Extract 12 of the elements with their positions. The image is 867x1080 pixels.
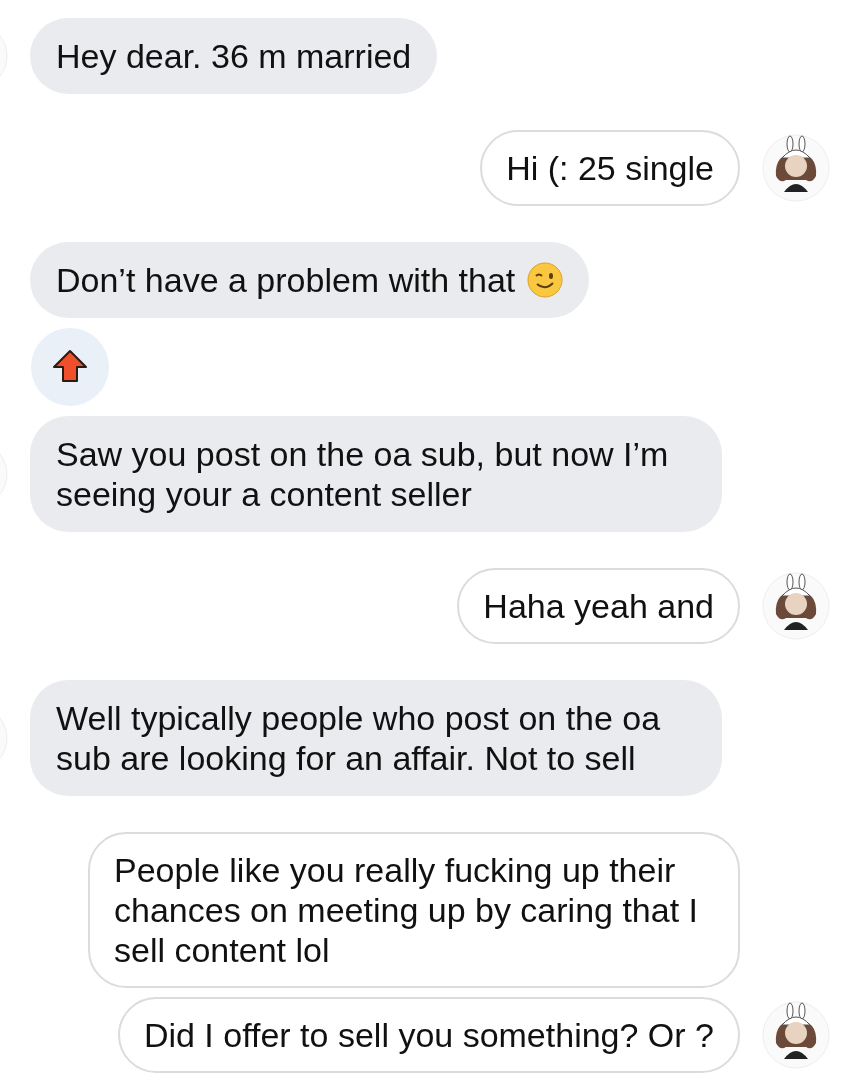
- avatar: [762, 572, 830, 640]
- message-text: Saw you post on the oa sub, but now I’m seeing your a content seller: [56, 434, 670, 514]
- arrow-sticker-icon: [30, 327, 110, 407]
- message-text: People like you really fucking up their chances on meeting up by caring that I sell content lol: [114, 851, 699, 969]
- avatar: [762, 1001, 830, 1069]
- message-text: Well typically people who post on the oa sub are looking for an affair. Not to sell: [56, 698, 662, 778]
- message-text: Haha yeah and: [483, 587, 714, 625]
- avatar: [762, 134, 830, 202]
- message-text: Don’t have a problem with that: [56, 260, 516, 300]
- message-text: Hi (: 25 single: [506, 149, 714, 187]
- message-text: Hey dear. 36 m married: [56, 36, 412, 76]
- message-text: Did I offer to sell you something? Or ?: [143, 1016, 714, 1054]
